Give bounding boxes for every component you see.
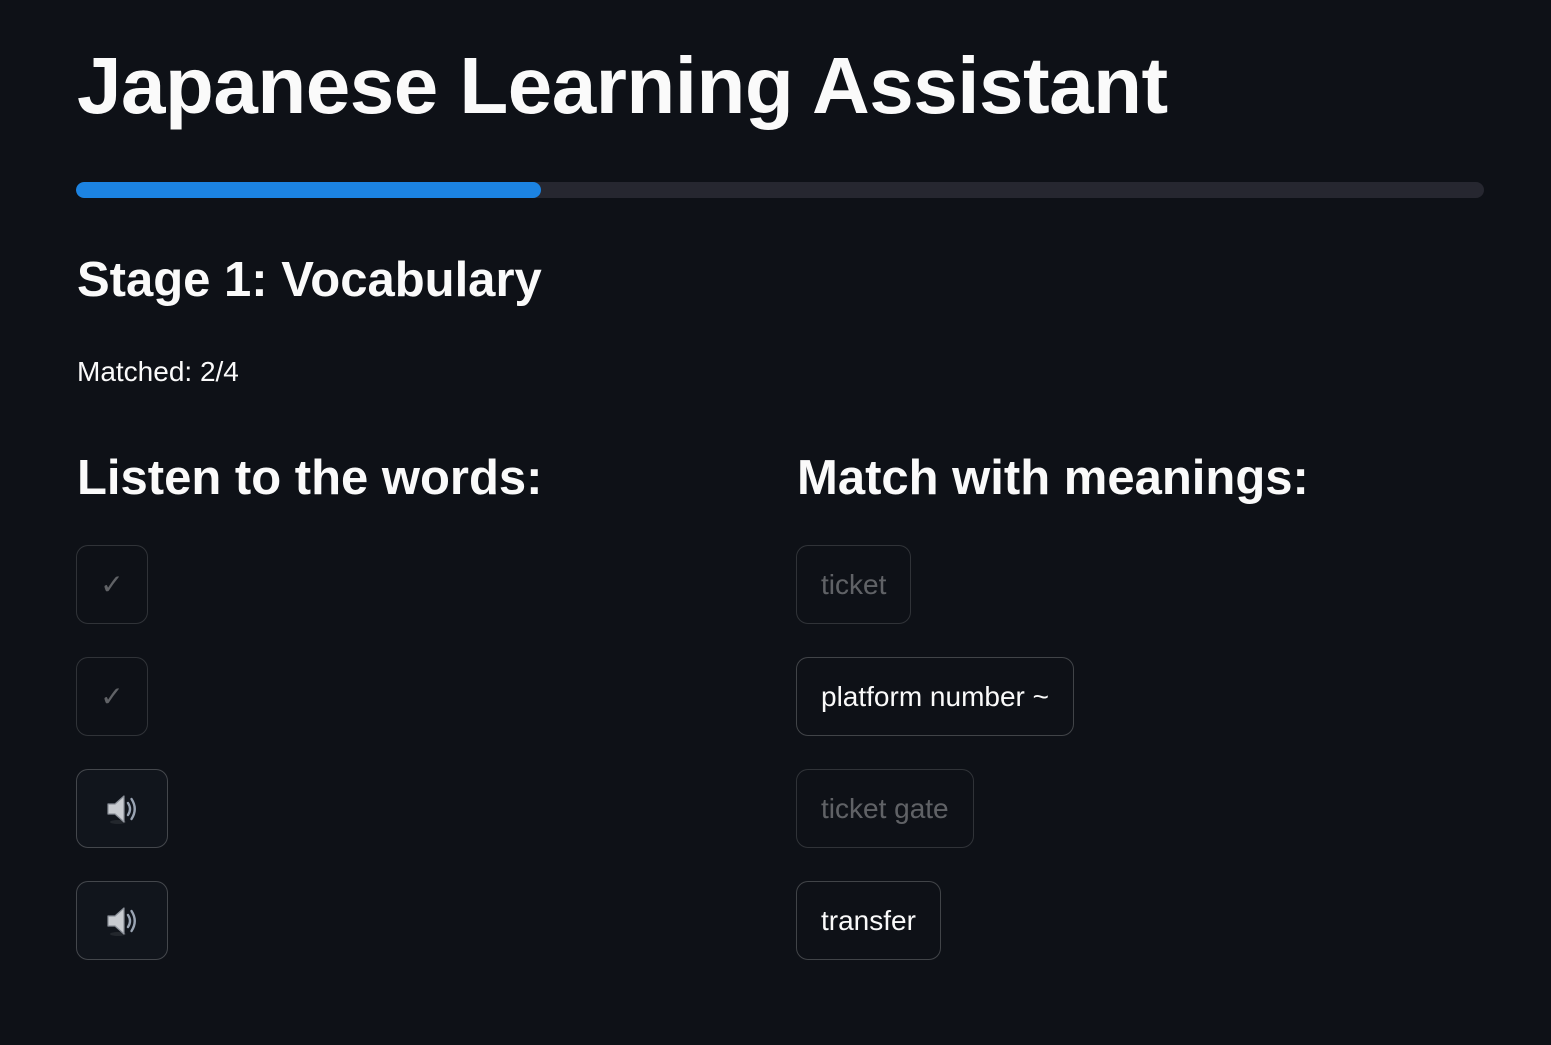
- meaning-button-platform-number[interactable]: platform number ~: [796, 657, 1074, 736]
- meaning-button-ticket-gate: ticket gate: [796, 769, 974, 848]
- word-button-1: ✓: [76, 545, 148, 624]
- word-button-4[interactable]: [76, 881, 168, 960]
- page-title: Japanese Learning Assistant: [77, 41, 1168, 130]
- meaning-button-transfer[interactable]: transfer: [796, 881, 941, 960]
- stage-heading: Stage 1: Vocabulary: [77, 253, 542, 307]
- meaning-button-ticket: ticket: [796, 545, 912, 624]
- listen-column-heading: Listen to the words:: [77, 451, 543, 505]
- progress-bar: [76, 182, 1484, 198]
- word-button-2: ✓: [76, 657, 148, 736]
- word-button-3[interactable]: [76, 769, 168, 848]
- progress-bar-fill: [76, 182, 541, 198]
- speaker-icon: [107, 906, 136, 936]
- matched-count: Matched: 2/4: [77, 356, 239, 387]
- check-icon: ✓: [100, 680, 124, 713]
- meaning-column-heading: Match with meanings:: [797, 451, 1309, 505]
- check-icon: ✓: [100, 568, 124, 601]
- speaker-icon: [107, 794, 136, 824]
